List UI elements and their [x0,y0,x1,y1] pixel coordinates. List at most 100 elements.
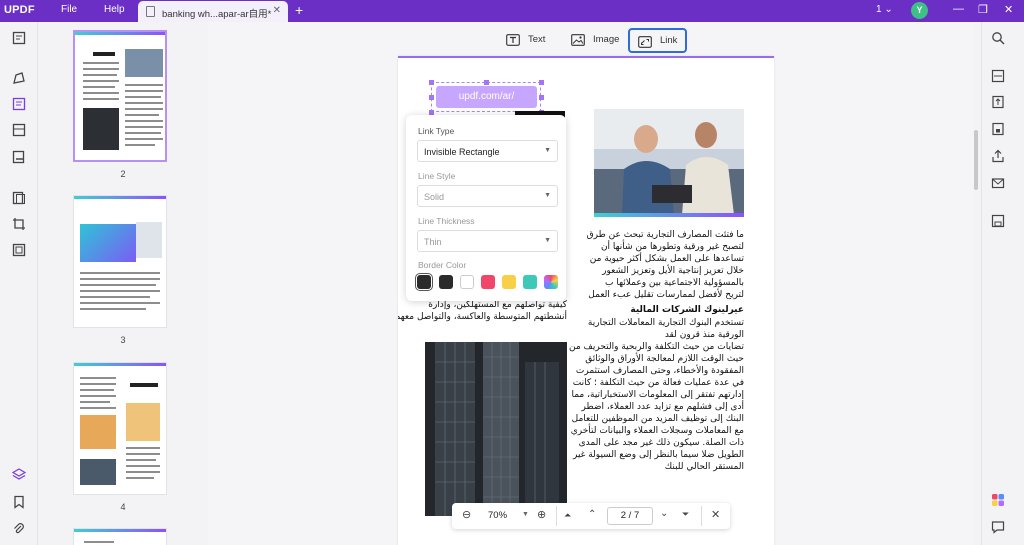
document-tab[interactable]: banking wh...apar-ar自用* ✕ [138,1,288,22]
dropdown-caret-icon: ▼ [544,237,551,244]
thumb-line [80,284,156,286]
thumb-line [125,84,163,86]
reader-icon[interactable] [12,31,26,45]
color-swatch-selected[interactable] [415,273,433,291]
user-avatar[interactable]: Y [911,2,928,19]
thumb-line [80,401,110,403]
restore-icon[interactable]: ❐ [978,3,988,16]
thumb-line [80,302,160,304]
close-window-icon[interactable]: ✕ [1004,3,1013,16]
thumb-line [83,80,119,82]
link-rectangle[interactable]: updf.com/ar/ [436,86,537,108]
form-icon[interactable] [12,123,26,137]
building-photo[interactable] [425,342,567,516]
first-page-icon[interactable]: ⏶ [564,510,571,521]
ai-assistant-icon[interactable] [991,493,1005,507]
thumb-line [125,102,163,104]
zoom-dropdown-icon[interactable]: ▼ [522,511,529,518]
thumbnail-label: 4 [120,502,126,512]
close-tab-icon[interactable]: ✕ [273,5,281,16]
close-zoombar-icon[interactable]: ✕ [711,508,720,521]
page-thumbnail-3[interactable] [73,195,167,328]
thumb-line [80,308,146,310]
zoom-in-icon[interactable]: ⊕ [537,508,546,521]
thumb-photo [80,415,116,449]
business-meeting-photo[interactable] [594,109,744,215]
organize-pages-icon[interactable] [12,191,26,205]
thumb-photo [80,459,116,485]
resize-handle[interactable] [429,80,434,85]
protect-icon[interactable] [991,122,1005,136]
thumb-line [125,144,155,146]
zoom-level[interactable]: 70% [488,510,507,521]
color-swatch-yellow[interactable] [502,275,516,289]
share-icon[interactable] [991,149,1005,163]
color-swatch-teal[interactable] [523,275,537,289]
edit-pdf-icon[interactable] [12,97,26,111]
dropdown-caret-icon: ▼ [544,147,551,154]
fill-sign-icon[interactable] [12,150,26,164]
comment-icon[interactable] [12,71,26,85]
arabic-heading[interactable]: عيرلينوك الشركات المالية [568,304,744,316]
thumb-photo [83,108,119,150]
thumb-accent-bar [74,196,166,199]
color-picker-rainbow[interactable] [544,275,558,289]
comment-panel-icon[interactable] [991,520,1005,534]
menu-file[interactable]: File [61,4,77,15]
vertical-scrollbar[interactable] [974,130,978,190]
thumb-line [125,126,163,128]
thumbnail-label: 2 [120,169,126,179]
attachment-icon[interactable] [12,522,26,536]
color-swatch-white[interactable] [460,275,474,289]
page-thumbnail-4[interactable] [73,362,167,495]
window-count[interactable]: 1 ⌄ [876,4,893,15]
tools-icon[interactable] [12,243,26,257]
resize-handle[interactable] [539,95,544,100]
thumb-photo [125,49,163,77]
page-number-box[interactable]: 2 / 7 [607,507,653,525]
zoom-navigation-bar: ⊖ 70% ▼ ⊕ ⏶ ⌃ 2 / 7 ⌄ ⏷ ✕ [452,503,730,529]
new-tab-button[interactable]: + [295,2,303,18]
line-style-select[interactable]: Solid ▼ [417,185,558,207]
tab-link[interactable]: Link [628,28,687,53]
thumb-line [125,120,163,122]
resize-handle[interactable] [429,95,434,100]
next-page-icon[interactable]: ⌄ [660,508,668,519]
color-swatch-red[interactable] [481,275,495,289]
link-icon [638,36,652,48]
arabic-paragraph-2[interactable]: تستخدم البنوك التجارية المعاملات التجاري… [568,317,744,473]
thumb-accent-bar [74,363,166,366]
search-icon[interactable] [991,31,1005,45]
app-logo: UPDF [4,4,35,16]
minimize-icon[interactable]: — [953,3,964,15]
ocr-icon[interactable] [991,69,1005,83]
save-icon[interactable] [991,214,1005,228]
page-thumbnail-5[interactable] [73,528,167,545]
menu-help[interactable]: Help [104,4,125,15]
thumb-line [80,290,160,292]
thumb-line [125,132,161,134]
bookmark-icon[interactable] [12,495,26,509]
link-type-select[interactable]: Invisible Rectangle ▼ [417,140,558,162]
resize-handle[interactable] [484,80,489,85]
link-type-label: Link Type [418,126,455,136]
edit-mode-tabs: Text Image Link [208,22,974,56]
layers-icon[interactable] [11,467,27,481]
thumb-line [83,86,115,88]
text-edit-icon [506,34,520,46]
crop-icon[interactable] [12,217,26,231]
arabic-paragraph-1[interactable]: ما فتئت المصارف التجارية تبحث عن طرق لتص… [568,229,744,301]
line-thickness-select[interactable]: Thin ▼ [417,230,558,252]
resize-handle[interactable] [539,80,544,85]
last-page-icon[interactable]: ⏷ [682,509,689,520]
email-icon[interactable] [991,176,1005,190]
tab-image[interactable]: Image [563,28,627,53]
arabic-paragraph-left[interactable]: كيفية تواصلهم مع المستهلكين، وإدارة أنشط… [398,299,567,323]
zoom-out-icon[interactable]: ⊖ [462,508,471,521]
prev-page-icon[interactable]: ⌃ [588,509,596,520]
thumb-line [80,389,114,391]
page-thumbnail-2[interactable] [73,30,167,162]
convert-icon[interactable] [991,95,1005,109]
color-swatch-black[interactable] [439,275,453,289]
tab-text[interactable]: Text [498,28,553,53]
